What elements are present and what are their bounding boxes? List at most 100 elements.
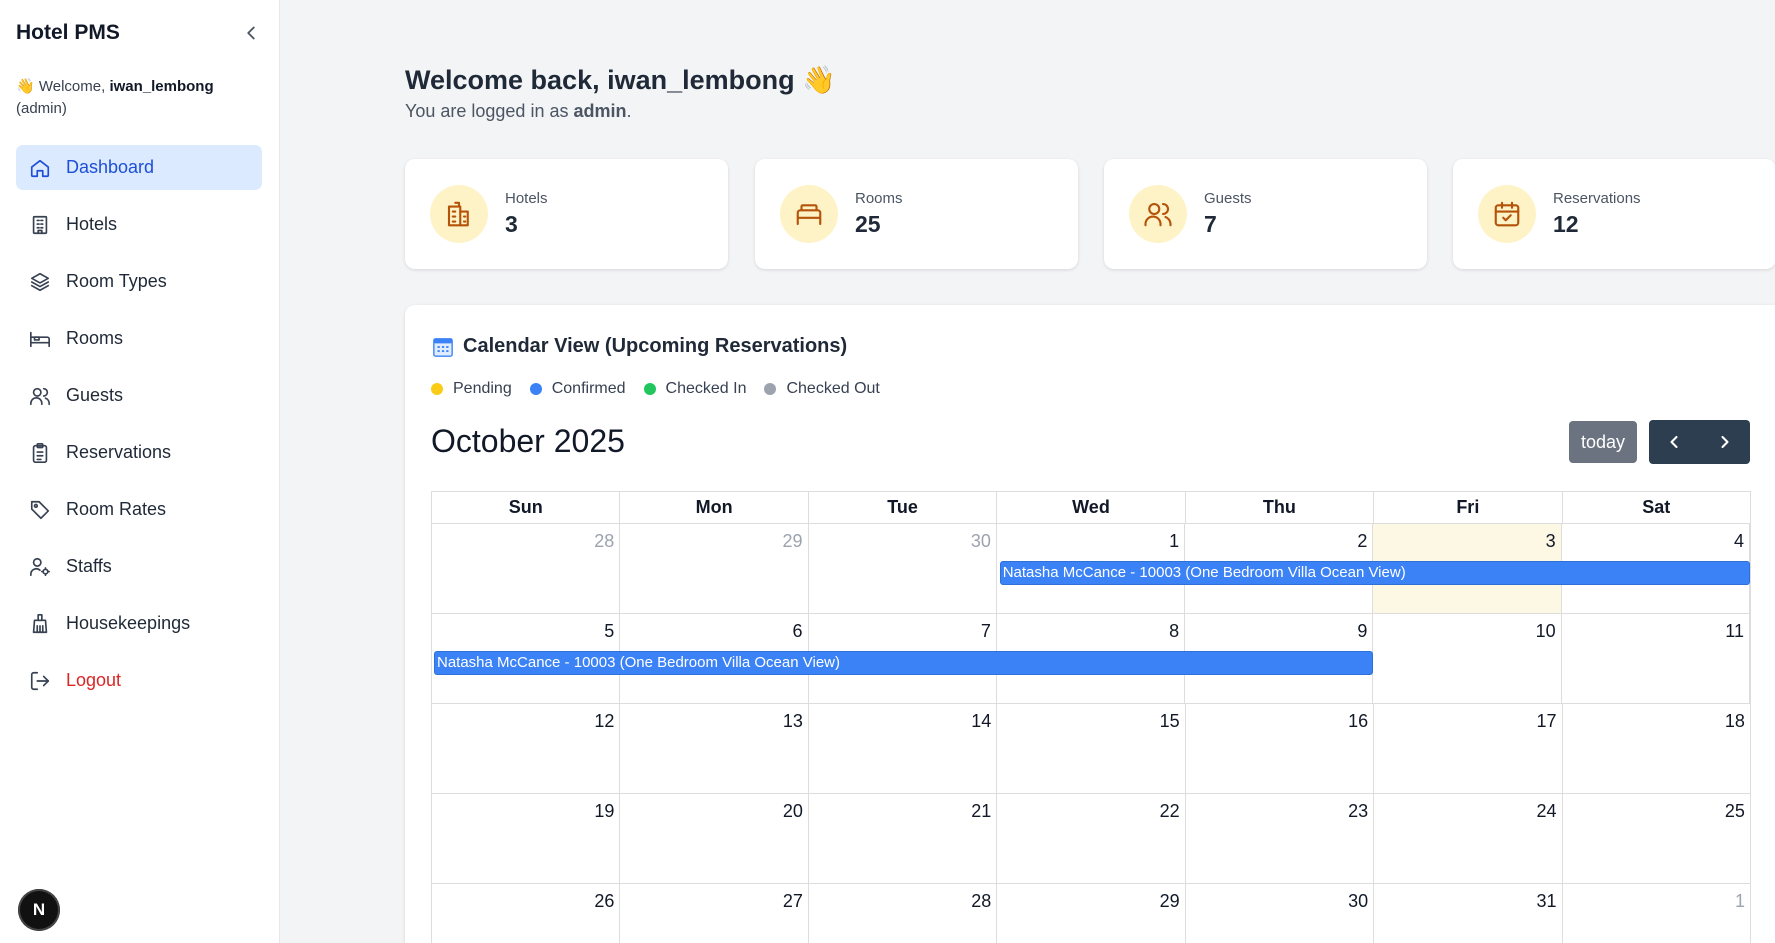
- day-header: Thu: [1186, 492, 1375, 523]
- sidebar-item-guests[interactable]: Guests: [16, 373, 262, 418]
- calendar-day-cell[interactable]: 24: [1374, 794, 1563, 883]
- calendar-day-cell[interactable]: 21: [809, 794, 998, 883]
- stat-value: 12: [1553, 211, 1579, 237]
- chevron-left-icon: [247, 26, 255, 40]
- calendar-day-cell[interactable]: 29: [997, 884, 1186, 943]
- sidebar-item-dashboard[interactable]: Dashboard: [16, 145, 262, 190]
- day-number[interactable]: 15: [1160, 711, 1180, 732]
- sidebar-item-rooms[interactable]: Rooms: [16, 316, 262, 361]
- calendar-day-cell[interactable]: 1: [1563, 884, 1750, 943]
- calendar-month-title: October 2025: [431, 423, 625, 459]
- sidebar-item-logout[interactable]: Logout: [16, 658, 262, 703]
- calendar-day-cell[interactable]: 10: [1373, 614, 1562, 703]
- stat-card-hotels: Hotels 3: [405, 159, 728, 269]
- day-number[interactable]: 18: [1725, 711, 1745, 732]
- sidebar-item-housekeepings[interactable]: Housekeepings: [16, 601, 262, 646]
- calendar-day-cell[interactable]: 31: [1374, 884, 1563, 943]
- day-number[interactable]: 1: [1169, 531, 1179, 552]
- logged-suffix: .: [626, 101, 632, 121]
- sidebar-item-hotels[interactable]: Hotels: [16, 202, 262, 247]
- today-button[interactable]: today: [1569, 421, 1637, 463]
- status-legend: Pending Confirmed Checked In Checked Out: [431, 380, 898, 398]
- sidebar-item-label: Guests: [66, 385, 124, 405]
- day-number[interactable]: 30: [971, 531, 991, 552]
- day-number[interactable]: 11: [1725, 621, 1744, 642]
- calendar-check-icon: [1478, 185, 1536, 243]
- collapse-sidebar-button[interactable]: [240, 22, 262, 44]
- calendar-day-cell[interactable]: 14: [809, 704, 998, 793]
- day-number[interactable]: 8: [1169, 621, 1179, 642]
- day-number[interactable]: 17: [1537, 711, 1557, 732]
- day-number[interactable]: 10: [1536, 621, 1556, 642]
- calendar-day-cell[interactable]: 15: [997, 704, 1186, 793]
- calendar-day-cell[interactable]: 12: [432, 704, 621, 793]
- calendar-day-cell[interactable]: 18: [1563, 704, 1750, 793]
- day-number[interactable]: 28: [594, 531, 614, 552]
- day-number[interactable]: 14: [971, 711, 991, 732]
- day-number[interactable]: 31: [1537, 891, 1557, 912]
- stat-card-rooms: Rooms 25: [755, 159, 1078, 269]
- calendar-day-cell[interactable]: 27: [620, 884, 809, 943]
- greeting-username: iwan_lembong: [607, 65, 795, 95]
- day-number[interactable]: 6: [793, 621, 803, 642]
- day-number[interactable]: 13: [783, 711, 803, 732]
- sidebar-item-room-rates[interactable]: Room Rates: [16, 487, 262, 532]
- calendar-day-cell[interactable]: 20: [620, 794, 809, 883]
- tag-icon: [28, 498, 52, 522]
- reservation-event[interactable]: Natasha McCance - 10003 (One Bedroom Vil…: [434, 651, 1373, 675]
- day-header: Fri: [1374, 492, 1563, 523]
- calendar-day-cell[interactable]: 28: [432, 524, 621, 613]
- day-number[interactable]: 25: [1725, 801, 1745, 822]
- calendar-day-cell[interactable]: 23: [1186, 794, 1375, 883]
- sidebar-item-room-types[interactable]: Room Types: [16, 259, 262, 304]
- calendar-day-cell[interactable]: 28: [809, 884, 998, 943]
- day-number[interactable]: 22: [1160, 801, 1180, 822]
- prev-month-button[interactable]: [1649, 420, 1700, 464]
- day-number[interactable]: 16: [1348, 711, 1368, 732]
- day-number[interactable]: 29: [783, 531, 803, 552]
- sidebar-item-reservations[interactable]: Reservations: [16, 430, 262, 475]
- framework-badge[interactable]: N: [18, 889, 60, 931]
- sidebar-item-staffs[interactable]: Staffs: [16, 544, 262, 589]
- calendar-day-cell[interactable]: 30: [1186, 884, 1375, 943]
- calendar-day-cell[interactable]: 25: [1563, 794, 1750, 883]
- calendar-day-cell[interactable]: 29: [620, 524, 809, 613]
- day-number[interactable]: 24: [1537, 801, 1557, 822]
- day-number[interactable]: 28: [971, 891, 991, 912]
- calendar-day-cell[interactable]: 30: [809, 524, 997, 613]
- calendar-day-cell[interactable]: 16: [1186, 704, 1375, 793]
- stat-value: 25: [855, 211, 881, 237]
- day-number[interactable]: 26: [594, 891, 614, 912]
- reservation-event[interactable]: Natasha McCance - 10003 (One Bedroom Vil…: [999, 561, 1750, 585]
- calendar-day-cell[interactable]: 11: [1562, 614, 1750, 703]
- calendar-day-cell[interactable]: 22: [997, 794, 1186, 883]
- day-number[interactable]: 23: [1348, 801, 1368, 822]
- day-number[interactable]: 21: [971, 801, 991, 822]
- day-number[interactable]: 3: [1546, 531, 1556, 552]
- day-number[interactable]: 19: [594, 801, 614, 822]
- day-number[interactable]: 2: [1357, 531, 1367, 552]
- legend-label: Checked Out: [786, 380, 880, 397]
- legend-label: Pending: [453, 380, 512, 397]
- day-number[interactable]: 9: [1357, 621, 1367, 642]
- day-header: Wed: [997, 492, 1186, 523]
- day-number[interactable]: 20: [783, 801, 803, 822]
- calendar-week: 19 20 21 22 23 24 25: [431, 793, 1751, 883]
- calendar-day-cell[interactable]: 19: [432, 794, 621, 883]
- day-number[interactable]: 12: [594, 711, 614, 732]
- next-month-button[interactable]: [1700, 420, 1751, 464]
- day-number[interactable]: 5: [604, 621, 614, 642]
- calendar-day-cell[interactable]: 13: [620, 704, 809, 793]
- day-number[interactable]: 27: [783, 891, 803, 912]
- day-number[interactable]: 4: [1734, 531, 1744, 552]
- calendar-title-text: Calendar View (Upcoming Reservations): [463, 335, 848, 357]
- sidebar-nav: Dashboard Hotels Room Types Rooms Guests…: [16, 145, 262, 715]
- day-number[interactable]: 29: [1160, 891, 1180, 912]
- day-number[interactable]: 1: [1735, 891, 1745, 912]
- day-number[interactable]: 30: [1348, 891, 1368, 912]
- user-cog-icon: [28, 555, 52, 579]
- day-number[interactable]: 7: [981, 621, 991, 642]
- sidebar-item-label: Hotels: [66, 214, 118, 234]
- calendar-day-cell[interactable]: 17: [1374, 704, 1563, 793]
- calendar-day-cell[interactable]: 26: [432, 884, 621, 943]
